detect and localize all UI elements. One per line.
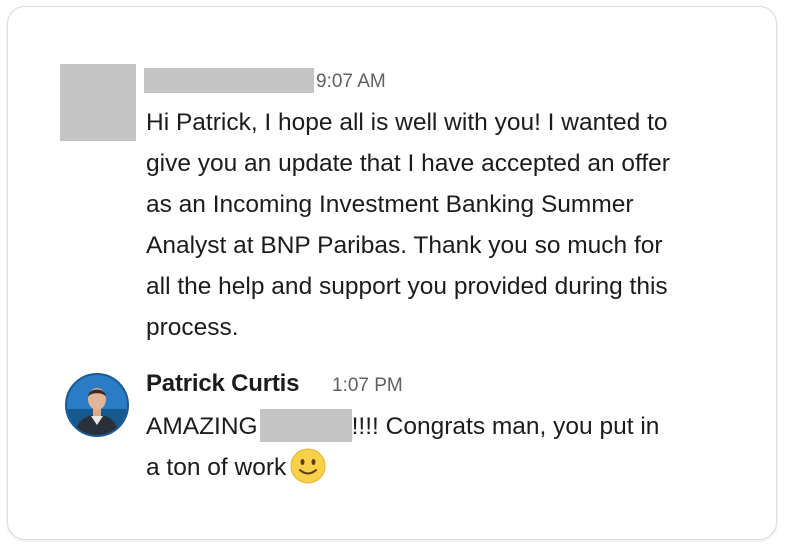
sender-name[interactable]: Patrick Curtis xyxy=(146,370,299,398)
message-line: as an Incoming Investment Banking Summer xyxy=(146,191,634,218)
message-text: a ton of work xyxy=(146,454,287,481)
message-card: 9:07 AM Hi Patrick, I hope all is well w… xyxy=(7,6,777,540)
message-timestamp[interactable]: 9:07 AM xyxy=(316,71,386,93)
message-line: AMAZING !!!! Congrats man, you put in xyxy=(146,406,756,447)
message-line: Hi Patrick, I hope all is well with you!… xyxy=(146,109,668,136)
message-body: Hi Patrick, I hope all is well with you!… xyxy=(146,102,756,348)
message-line: all the help and support you provided du… xyxy=(146,273,668,300)
person-photo-icon xyxy=(67,375,127,435)
avatar[interactable] xyxy=(65,373,129,437)
message-line: Analyst at BNP Paribas. Thank you so muc… xyxy=(146,232,663,259)
message-line: process. xyxy=(146,314,239,341)
sender-name-redacted[interactable] xyxy=(144,68,314,93)
message-line: a ton of work xyxy=(146,447,756,488)
message-body: AMAZING !!!! Congrats man, you put in a t… xyxy=(146,406,756,488)
message-text: !!!! Congrats man, you put in xyxy=(351,413,660,440)
avatar[interactable] xyxy=(60,64,136,141)
message-timestamp[interactable]: 1:07 PM xyxy=(332,375,403,397)
slightly-smiling-face-icon xyxy=(290,448,326,484)
message-line: give you an update that I have accepted … xyxy=(146,150,670,177)
message-text: AMAZING xyxy=(146,413,258,440)
redacted-name xyxy=(259,409,352,442)
